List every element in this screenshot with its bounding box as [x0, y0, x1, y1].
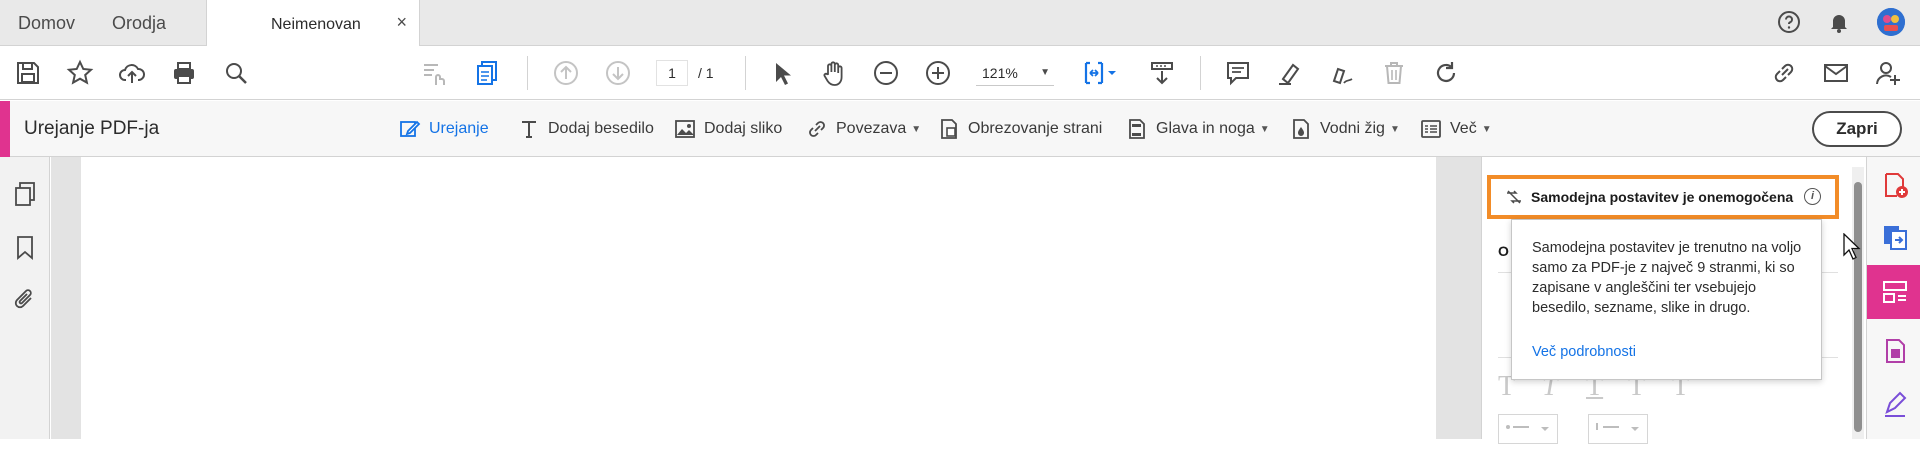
edit-pdf-tool-active[interactable] [1867, 265, 1920, 319]
add-image-label: Dodaj sliko [704, 120, 783, 137]
edit-pdf-icon [1883, 281, 1907, 303]
page-number-input[interactable]: 1 [656, 60, 688, 86]
tab-document[interactable]: Neimenovan × [206, 0, 420, 47]
highlighter-icon[interactable] [1276, 59, 1304, 87]
right-tools-bar [1866, 157, 1920, 439]
toolbar-divider [527, 56, 528, 90]
tab-bar: Domov Orodja Neimenovan × [0, 0, 1920, 47]
bullet-list-dropdown[interactable] [1498, 414, 1558, 444]
select-cursor-icon[interactable] [768, 59, 796, 87]
document-canvas[interactable] [51, 157, 1497, 439]
bookmarks-icon[interactable] [12, 234, 38, 260]
more-label: Več [1450, 120, 1477, 137]
left-nav-rail [0, 157, 50, 439]
attachments-icon[interactable] [12, 287, 38, 313]
edit-pdf-bar: Urejanje PDF-ja Urejanje Dodaj besedilo … [0, 101, 1920, 157]
header-footer-label: Glava in noga [1156, 120, 1255, 137]
zoom-value: 121% [982, 64, 1018, 81]
page-thumbnails-icon[interactable] [12, 181, 38, 207]
comment-icon[interactable] [1224, 59, 1252, 87]
link-button[interactable]: Povezava ▼ [806, 116, 921, 142]
autotag-off-icon [1507, 190, 1521, 204]
crop-pages-label: Obrezovanje strani [968, 120, 1103, 137]
notifications-icon[interactable] [1827, 10, 1851, 39]
avatar[interactable] [1877, 8, 1905, 36]
create-pdf-icon[interactable] [1881, 171, 1909, 199]
edit-icon [400, 120, 421, 137]
sign-pen-icon[interactable] [1328, 59, 1356, 87]
next-page-icon[interactable] [604, 59, 632, 87]
watermark-icon [1293, 119, 1309, 139]
add-text-label: Dodaj besedilo [548, 120, 654, 137]
email-icon[interactable] [1822, 59, 1850, 87]
chevron-down-icon: ▼ [1481, 123, 1492, 135]
tab-home[interactable]: Domov [18, 13, 75, 34]
link-icon [809, 121, 825, 137]
pdf-page[interactable] [81, 157, 1436, 439]
chevron-down-icon: ▼ [1389, 123, 1400, 135]
link-label: Povezava [836, 120, 907, 137]
add-image-button[interactable]: Dodaj sliko [674, 116, 782, 142]
close-tab-icon[interactable]: × [396, 12, 407, 33]
chevron-down-icon: ▼ [1259, 123, 1270, 135]
export-pdf-icon[interactable] [1881, 223, 1909, 251]
help-icon[interactable] [1777, 10, 1801, 39]
share-link-icon[interactable] [1770, 59, 1798, 87]
edit-tool-label: Urejanje [429, 120, 489, 137]
organize-pages-side-icon[interactable] [1881, 337, 1909, 365]
delete-icon [1380, 59, 1408, 87]
crop-pages-button[interactable]: Obrezovanje strani [938, 116, 1102, 142]
watermark-label: Vodni žig [1320, 120, 1385, 137]
zoom-select[interactable]: 121% ▼ [976, 60, 1054, 86]
edit-bar-accent [0, 101, 10, 157]
edit-bar-title: Urejanje PDF-ja [24, 118, 160, 139]
zoom-out-icon[interactable] [872, 59, 900, 87]
info-icon[interactable]: i [1804, 188, 1821, 205]
chevron-down-icon: ▼ [1040, 67, 1050, 78]
fit-page-icon[interactable] [1080, 59, 1122, 87]
more-details-link[interactable]: Več podrobnosti [1532, 344, 1636, 360]
more-icon [1421, 120, 1441, 138]
document-tab-label: Neimenovan [271, 16, 361, 33]
toolbar-divider [1200, 56, 1201, 90]
numbered-list-dropdown[interactable] [1588, 414, 1648, 444]
bookmark-star-icon[interactable] [66, 59, 94, 87]
rotate-icon[interactable] [1432, 59, 1460, 87]
chevron-down-icon: ▼ [911, 123, 922, 135]
close-edit-button[interactable]: Zapri [1812, 111, 1902, 147]
image-icon [675, 120, 695, 138]
mouse-cursor-icon [1843, 233, 1861, 260]
add-text-button[interactable]: Dodaj besedilo [518, 116, 654, 142]
touch-mode-icon [420, 59, 448, 87]
add-user-icon[interactable] [1874, 59, 1902, 87]
tooltip-body: Samodejna postavitev je trenutno na volj… [1532, 240, 1802, 316]
toolbar-divider [745, 56, 746, 90]
autotag-disabled-banner[interactable]: Samodejna postavitev je onemogočena i [1487, 175, 1839, 219]
hand-tool-icon[interactable] [820, 59, 848, 87]
tab-tools[interactable]: Orodja [112, 13, 166, 34]
header-footer-button[interactable]: Glava in noga ▼ [1126, 116, 1270, 142]
header-footer-icon [1129, 119, 1145, 139]
find-icon[interactable] [222, 59, 250, 87]
panel-scrollbar-thumb[interactable] [1854, 182, 1862, 432]
main-toolbar: 1 / 1 121% ▼ [0, 46, 1920, 100]
zoom-in-icon[interactable] [924, 59, 952, 87]
edit-tool-button[interactable]: Urejanje [399, 116, 489, 142]
panel-heading-partial: O [1498, 243, 1509, 259]
scrolling-mode-icon[interactable] [1148, 59, 1176, 87]
fill-sign-icon[interactable] [1881, 390, 1909, 418]
upload-cloud-icon[interactable] [118, 59, 146, 87]
autotag-tooltip: Samodejna postavitev je trenutno na volj… [1511, 219, 1822, 380]
previous-page-icon[interactable] [552, 59, 580, 87]
text-icon [522, 121, 536, 138]
autotag-disabled-label: Samodejna postavitev je onemogočena [1531, 189, 1794, 205]
organize-pages-icon[interactable] [474, 59, 502, 87]
save-icon[interactable] [14, 59, 42, 87]
watermark-button[interactable]: Vodni žig ▼ [1290, 116, 1400, 142]
page-total: / 1 [698, 65, 714, 81]
crop-icon [941, 119, 957, 139]
more-button[interactable]: Več ▼ [1420, 116, 1492, 142]
print-icon[interactable] [170, 59, 198, 87]
